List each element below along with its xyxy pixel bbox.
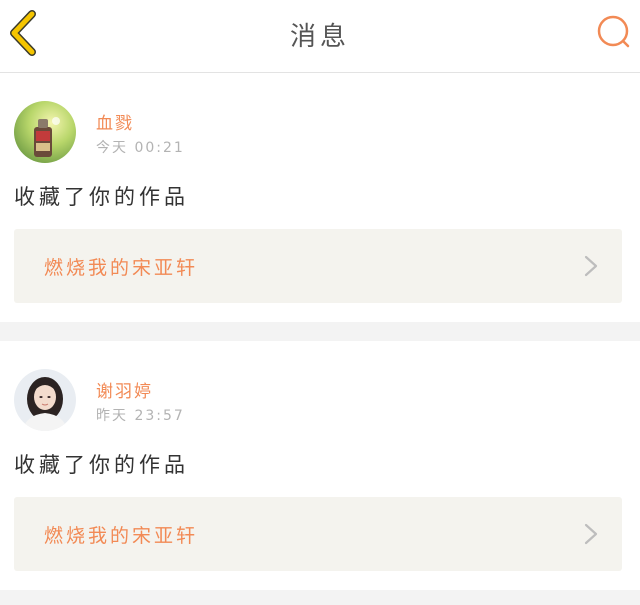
avatar-image [14, 101, 76, 163]
message-text: 收藏了你的作品 [14, 453, 189, 477]
chevron-right-icon [584, 523, 598, 545]
avatar[interactable] [14, 101, 76, 163]
avatar[interactable] [14, 369, 76, 431]
work-title: 燃烧我的宋亚轩 [44, 257, 199, 279]
message-card: 血戮 今天 00:21 收藏了你的作品 燃烧我的宋亚轩 [0, 73, 640, 322]
user-name[interactable]: 谢羽婷 [96, 377, 153, 402]
page-title: 消息 [289, 22, 350, 52]
work-link-button[interactable]: 燃烧我的宋亚轩 [14, 497, 622, 571]
message-card: 谢羽婷 昨天 23:57 收藏了你的作品 燃烧我的宋亚轩 [0, 341, 640, 590]
timestamp: 今天 00:21 [96, 140, 185, 156]
timestamp: 昨天 23:57 [96, 408, 185, 424]
work-title: 燃烧我的宋亚轩 [44, 525, 199, 547]
top-nav-bar: 消息 [0, 0, 640, 73]
search-button[interactable] [594, 12, 634, 52]
avatar-image [14, 369, 76, 431]
messages-screen: 消息 血戮 今天 00:21 收藏了你的作品 燃烧我的宋亚轩 谢羽婷 昨天 23… [0, 0, 640, 605]
work-link-button[interactable]: 燃烧我的宋亚轩 [14, 229, 622, 303]
user-name[interactable]: 血戮 [96, 109, 134, 134]
search-icon [597, 15, 630, 48]
message-text: 收藏了你的作品 [14, 185, 189, 209]
chevron-right-icon [584, 255, 598, 277]
